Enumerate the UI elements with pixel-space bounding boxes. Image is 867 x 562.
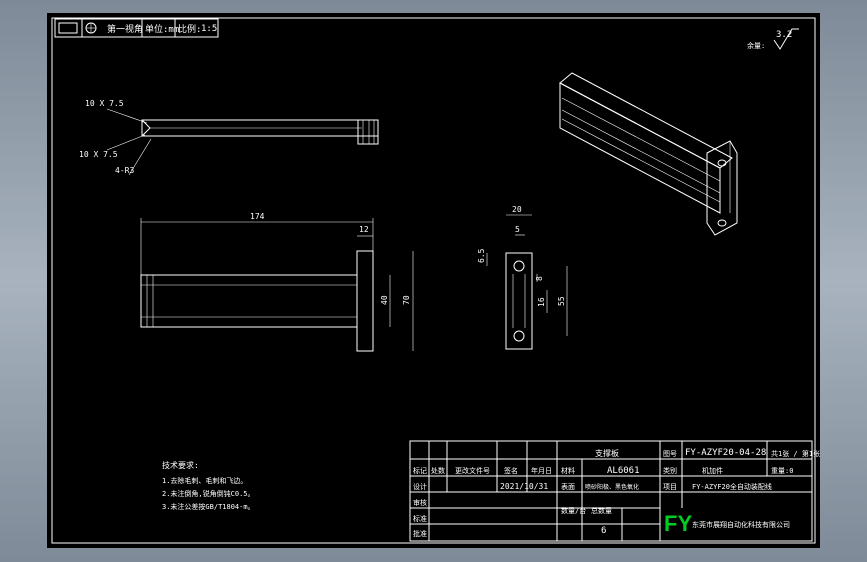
side-gap-label: 8 — [535, 276, 544, 281]
header-block: 第一视角 单位:mm 比例: 1:5 — [54, 18, 219, 38]
mark-col: 标记 — [413, 466, 427, 475]
drawing-number: FY-AZYF20-04-28 — [685, 448, 766, 458]
side-slot-label: 5 — [515, 225, 520, 234]
projection-label: 第一视角 — [107, 23, 143, 35]
design-date: 2021/10/31 — [500, 482, 548, 491]
scale-label: 比例: — [178, 23, 201, 35]
notes-line-1: 1.去除毛刺、毛刺和飞边。 — [162, 476, 247, 485]
sign-col: 签名 — [504, 466, 518, 475]
surface-value: 喷砂阳极、黑色氧化 — [585, 483, 639, 491]
scale-value: 1:5 — [201, 24, 217, 34]
material-value: AL6061 — [607, 466, 640, 476]
side-view: 20 5 6.5 8 16 55 — [477, 205, 568, 350]
roughness-symbol: 余量: 3.2 — [747, 28, 799, 50]
chamfer-top-label: 10 X 7.5 — [85, 99, 124, 108]
side-width-label: 20 — [512, 205, 522, 214]
side-height-label: 55 — [557, 296, 566, 306]
standard-label: 标准 — [413, 514, 427, 523]
material-label: 材料 — [561, 466, 575, 475]
projection-symbol-icon — [58, 22, 78, 34]
weight-label: 重量:0 — [771, 467, 793, 475]
notes-title: 技术要求: — [162, 460, 199, 470]
cad-drawing: 第一视角 单位:mm 比例: 1:5 余量: 3.2 10 X 7.5 10 X… — [51, 17, 820, 544]
drawing-sheet: 第一视角 单位:mm 比例: 1:5 余量: 3.2 10 X 7.5 10 X… — [47, 13, 820, 548]
notes-line-3: 3.未注公差按GB/T1804-m。 — [162, 502, 255, 511]
qty-label: 数量/台 — [561, 506, 586, 515]
side-offset-label: 6.5 — [477, 248, 486, 263]
date-col: 年月日 — [531, 466, 552, 475]
notes-line-2: 2.未注倒角,锐角倒钝C0.5。 — [162, 489, 255, 498]
technical-notes: 技术要求: 1.去除毛刺、毛刺和飞边。 2.未注倒角,锐角倒钝C0.5。 3.未… — [162, 460, 255, 511]
roughness-label: 余量: — [747, 41, 765, 50]
chamfer-bottom-label: 10 X 7.5 — [79, 150, 118, 159]
roughness-value: 3.2 — [776, 30, 792, 40]
approve-label: 批准 — [413, 529, 427, 538]
type-label: 类别 — [663, 466, 677, 475]
type-value: 机加件 — [702, 466, 723, 475]
front-view: 10 X 7.5 10 X 7.5 4-R3 — [79, 99, 379, 176]
change-col: 更改文件号 — [455, 466, 490, 475]
part-name: 支撑板 — [595, 448, 619, 458]
company-logo: FY — [664, 511, 692, 536]
side-inner-label: 16 — [537, 297, 546, 307]
qty-value: 6 — [601, 526, 606, 536]
drawing-no-label: 图号 — [663, 450, 677, 458]
design-label: 设计 — [413, 482, 427, 491]
review-label: 审核 — [413, 498, 427, 507]
top-view: 174 12 40 70 — [140, 212, 414, 352]
title-block: 支撑板 图号 FY-AZYF20-04-28 共1张 / 第1张 标记 处数 更… — [409, 440, 820, 542]
qty-col: 处数 — [431, 466, 445, 475]
project-value: FY-AZYF20全自动装配线 — [692, 482, 772, 491]
isometric-view — [559, 72, 738, 236]
surface-label: 表面 — [561, 482, 575, 491]
top-height-label: 70 — [402, 295, 411, 305]
unit-label: 单位:mm — [145, 23, 179, 35]
sheet-label: 共1张 / 第1张 — [771, 449, 820, 458]
company-name: 东莞市展翔自动化科技有限公司 — [692, 520, 790, 529]
total-label: 总数量 — [591, 506, 612, 515]
top-length-label: 174 — [250, 212, 265, 221]
top-end-label: 12 — [359, 225, 369, 234]
project-label: 项目 — [663, 483, 677, 491]
top-inner-label: 40 — [380, 295, 389, 305]
radius-label: 4-R3 — [115, 166, 134, 175]
